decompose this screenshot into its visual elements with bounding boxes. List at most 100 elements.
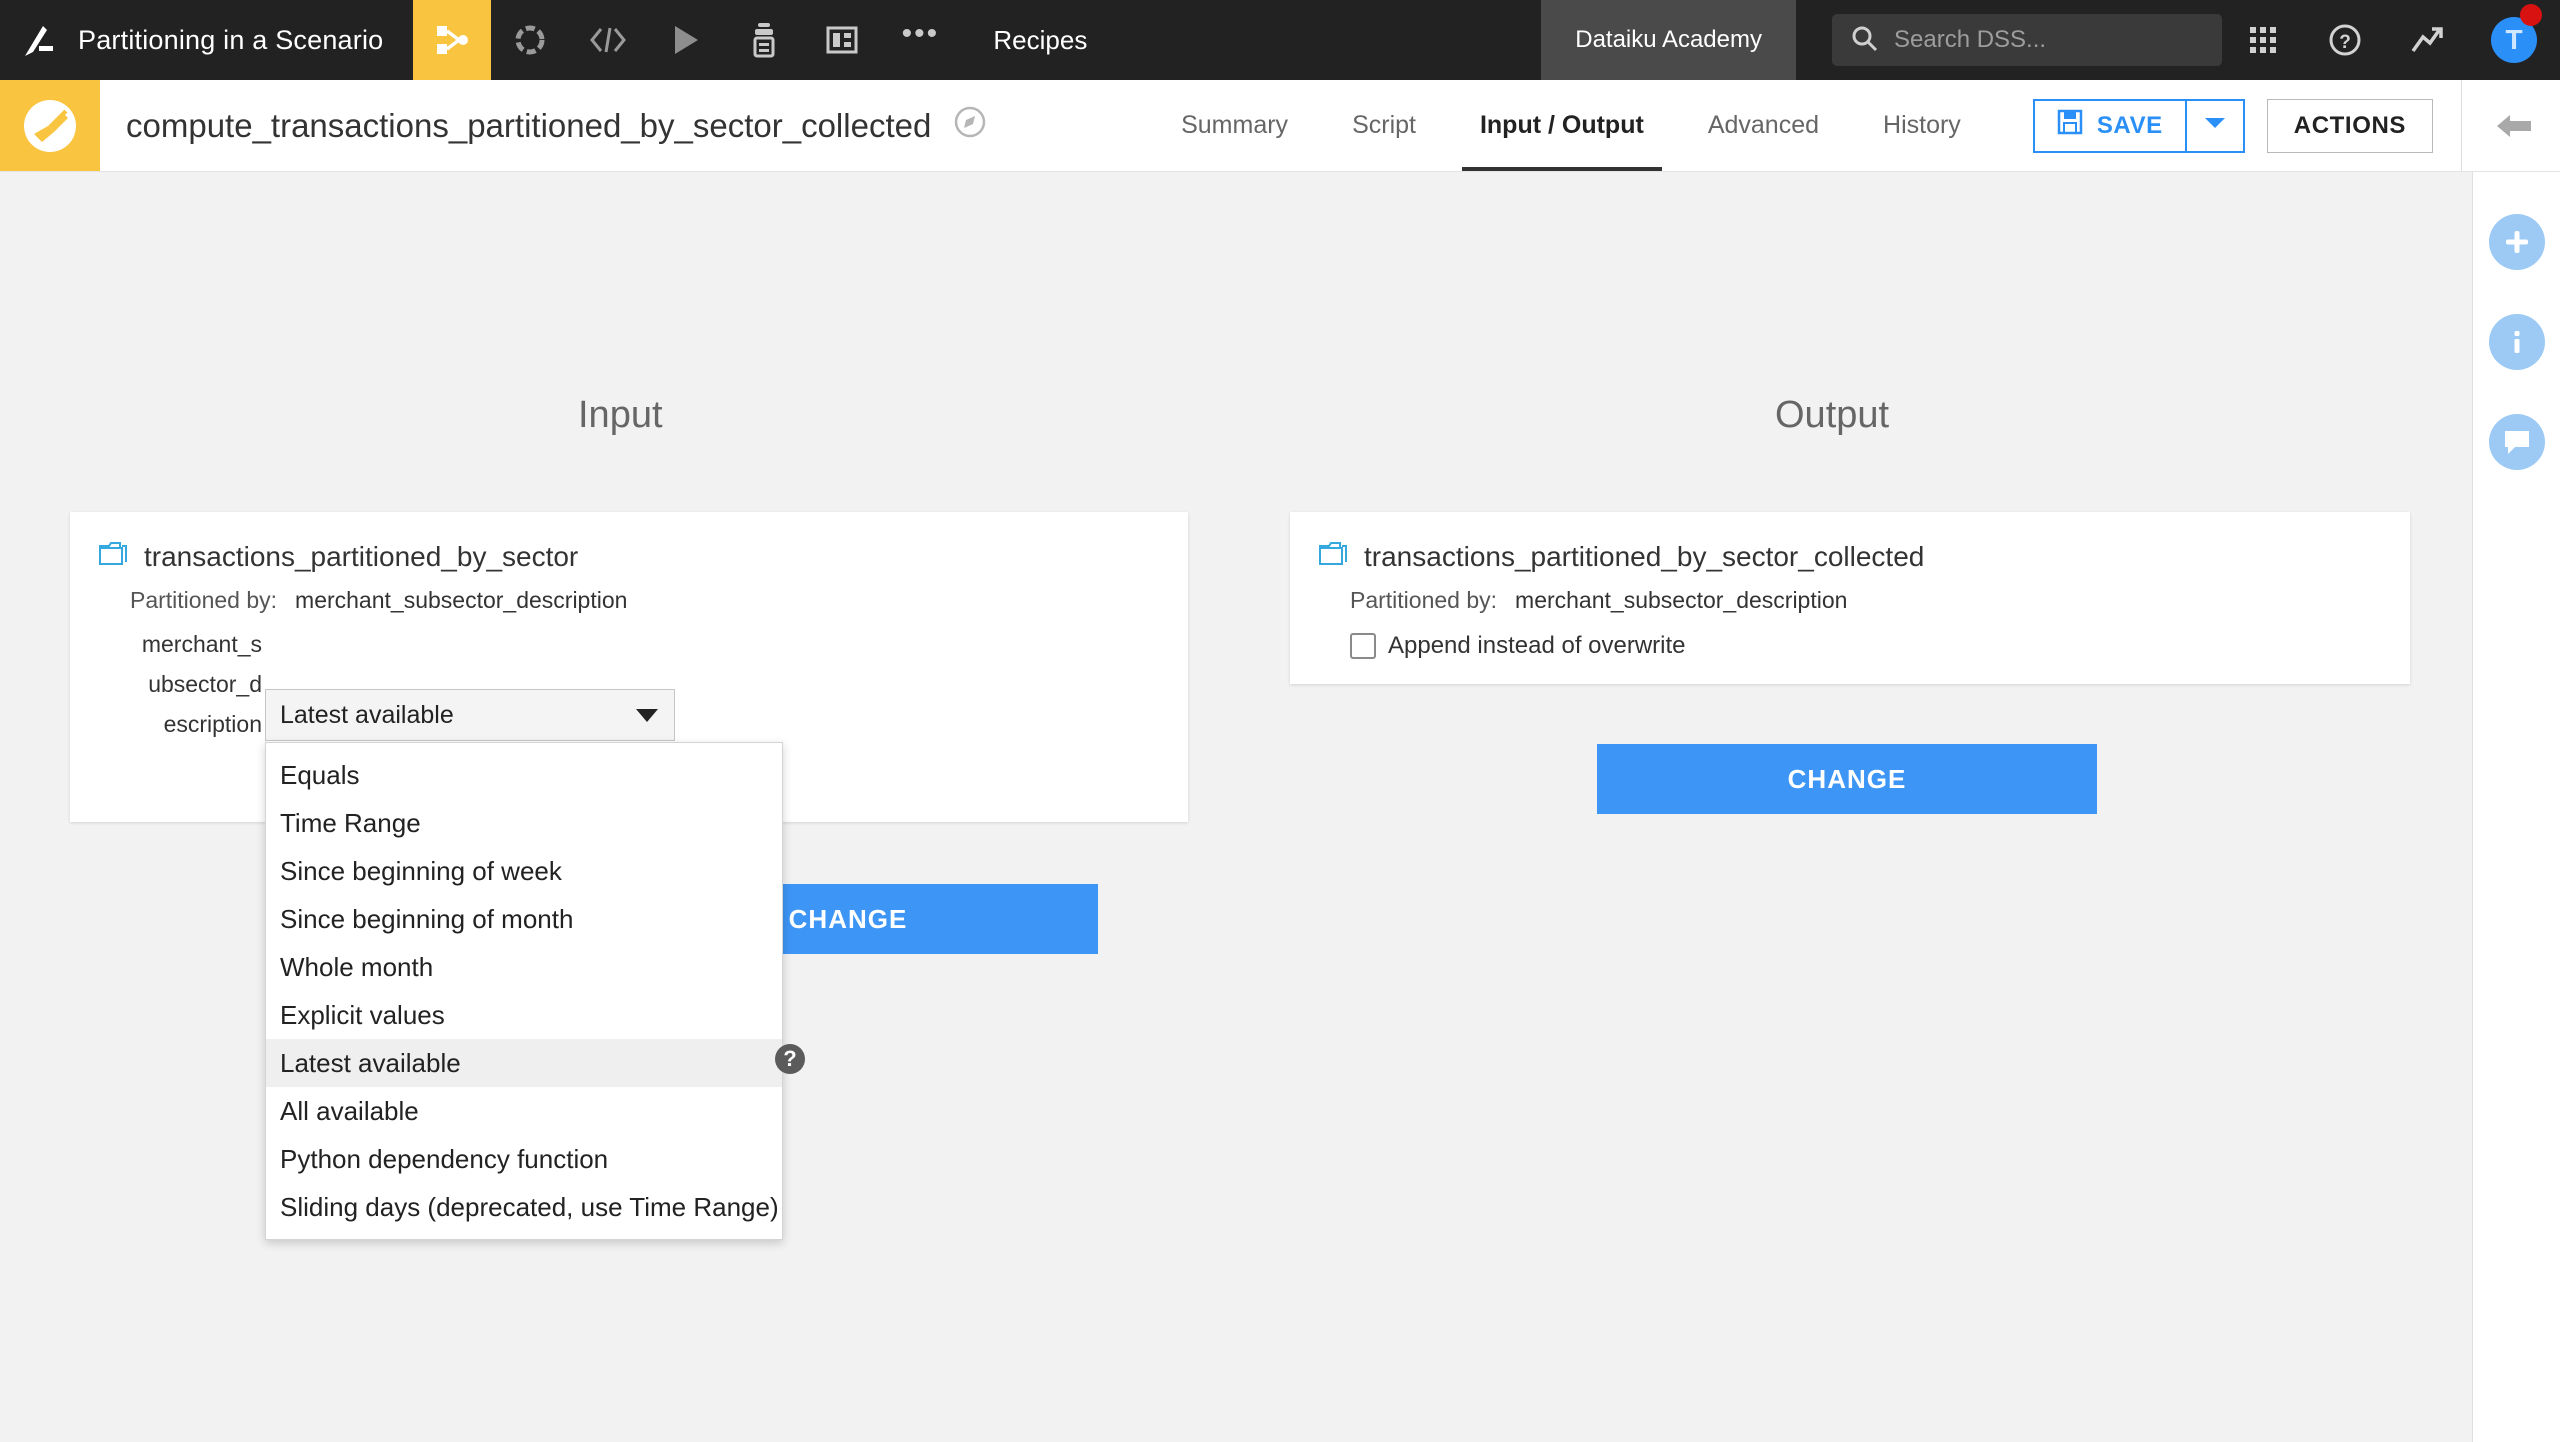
append-label: Append instead of overwrite bbox=[1388, 632, 1686, 659]
tab-history[interactable]: History bbox=[1851, 80, 1993, 171]
dropdown-option-whole-month[interactable]: Whole month bbox=[266, 943, 782, 991]
dropdown-option-python-dependency-function[interactable]: Python dependency function bbox=[266, 1135, 782, 1183]
dataiku-bird-logo[interactable] bbox=[0, 0, 78, 80]
input-dataset-name-row[interactable]: transactions_partitioned_by_sector bbox=[70, 512, 1188, 573]
lab-icon[interactable] bbox=[491, 0, 569, 80]
header-actions: SAVE ACTIONS bbox=[1993, 80, 2455, 171]
dropdown-option-since-beginning-of-month[interactable]: Since beginning of month bbox=[266, 895, 782, 943]
chevron-down-icon bbox=[636, 708, 658, 722]
output-partitioned-by-row: Partitioned by: merchant_subsector_descr… bbox=[1290, 573, 2410, 614]
help-circle-icon[interactable]: ? bbox=[2304, 0, 2386, 80]
save-button[interactable]: SAVE bbox=[2032, 98, 2187, 153]
dropdown-option-since-beginning-of-week[interactable]: Since beginning of week bbox=[266, 847, 782, 895]
input-dimension-label: merchant_subsector_description bbox=[141, 631, 262, 737]
input-partitioned-by-row: Partitioned by: merchant_subsector_descr… bbox=[70, 573, 1188, 614]
dependency-type-dropdown: Equals Time Range Since beginning of wee… bbox=[265, 742, 783, 1240]
dropdown-option-all-available[interactable]: All available bbox=[266, 1087, 782, 1135]
dropdown-option-label: Latest available bbox=[280, 1047, 461, 1078]
output-change-button[interactable]: CHANGE bbox=[1597, 744, 2097, 814]
section-label: Recipes bbox=[993, 24, 1088, 55]
tab-advanced[interactable]: Advanced bbox=[1676, 80, 1851, 171]
academy-label: Dataiku Academy bbox=[1575, 26, 1762, 53]
svg-text:?: ? bbox=[2339, 32, 2351, 53]
help-glyph: ? bbox=[783, 1046, 797, 1071]
tab-advanced-label: Advanced bbox=[1707, 111, 1820, 139]
dropdown-option-label: All available bbox=[280, 1095, 419, 1126]
dependency-type-select[interactable]: Latest available bbox=[265, 689, 675, 741]
right-sidebar bbox=[2472, 172, 2560, 1442]
append-checkbox[interactable] bbox=[1350, 633, 1376, 659]
code-icon[interactable] bbox=[569, 0, 647, 80]
section-recipes[interactable]: Recipes bbox=[959, 0, 1121, 80]
dropdown-option-label: Equals bbox=[280, 759, 360, 790]
add-icon[interactable] bbox=[2488, 214, 2545, 270]
dropdown-option-label: Python dependency function bbox=[280, 1143, 609, 1174]
more-menu-label: ••• bbox=[901, 17, 940, 50]
dropdown-option-time-range[interactable]: Time Range bbox=[266, 799, 782, 847]
output-change-label: CHANGE bbox=[1787, 763, 1907, 794]
tab-summary-label: Summary bbox=[1181, 111, 1289, 139]
append-instead-of-overwrite-row[interactable]: Append instead of overwrite bbox=[1290, 614, 2410, 660]
tab-input-output-label: Input / Output bbox=[1479, 111, 1644, 139]
project-name[interactable]: Partitioning in a Scenario bbox=[78, 0, 413, 80]
input-dataset-name: transactions_partitioned_by_sector bbox=[144, 540, 579, 572]
recipe-tabs: Summary Script Input / Output Advanced H… bbox=[1149, 80, 1993, 171]
jobs-run-icon[interactable] bbox=[647, 0, 725, 80]
academy-button[interactable]: Dataiku Academy bbox=[1541, 0, 1796, 80]
managed-folder-icon bbox=[98, 540, 128, 573]
page-title: compute_transactions_partitioned_by_sect… bbox=[100, 80, 987, 171]
save-button-label: SAVE bbox=[2096, 111, 2163, 139]
search-icon bbox=[1850, 24, 1878, 57]
chat-icon[interactable] bbox=[2488, 414, 2545, 470]
dropdown-option-label: Sliding days (deprecated, use Time Range… bbox=[280, 1191, 779, 1222]
search-input[interactable]: Search DSS... bbox=[1832, 14, 2222, 66]
apps-grid-icon[interactable] bbox=[2222, 0, 2304, 80]
dropdown-option-explicit-values[interactable]: Explicit values bbox=[266, 991, 782, 1039]
output-dataset-name-row[interactable]: transactions_partitioned_by_sector_colle… bbox=[1290, 512, 2410, 573]
dropdown-option-label: Since beginning of month bbox=[280, 903, 574, 934]
input-column-title: Input bbox=[578, 394, 663, 436]
tab-history-label: History bbox=[1883, 111, 1961, 139]
broom-prepare-recipe-icon[interactable] bbox=[0, 80, 100, 171]
actions-button-label: ACTIONS bbox=[2293, 111, 2406, 139]
input-change-label: CHANGE bbox=[788, 903, 908, 934]
dropdown-option-latest-available[interactable]: Latest available bbox=[266, 1039, 782, 1087]
compass-icon[interactable] bbox=[953, 105, 987, 147]
dropdown-option-label: Explicit values bbox=[280, 999, 445, 1030]
dropdown-option-equals[interactable]: Equals bbox=[266, 751, 782, 799]
floppy-disk-icon bbox=[2057, 109, 2083, 142]
tab-script[interactable]: Script bbox=[1320, 80, 1448, 171]
avatar[interactable]: T bbox=[2468, 0, 2560, 80]
dependency-type-value: Latest available bbox=[280, 700, 454, 729]
input-partitioned-by-value: merchant_subsector_description bbox=[295, 587, 628, 613]
dropdown-option-label: Whole month bbox=[280, 951, 434, 982]
dropdown-option-label: Since beginning of week bbox=[280, 855, 562, 886]
info-icon[interactable] bbox=[2488, 314, 2545, 370]
output-partitioned-by-label: Partitioned by: bbox=[1350, 587, 1498, 613]
save-dropdown-button[interactable] bbox=[2186, 98, 2245, 153]
output-dataset-name: transactions_partitioned_by_sector_colle… bbox=[1364, 540, 1925, 572]
top-navigation-bar: Partitioning in a Scenario ••• Recipes D… bbox=[0, 0, 2560, 80]
dashboard-icon[interactable] bbox=[803, 0, 881, 80]
flow-icon[interactable] bbox=[413, 0, 492, 80]
output-partitioned-by-value: merchant_subsector_description bbox=[1515, 587, 1848, 613]
tab-script-label: Script bbox=[1352, 111, 1416, 139]
input-output-canvas: Input Output transactions_partitioned_by… bbox=[0, 172, 2472, 1442]
tab-summary[interactable]: Summary bbox=[1149, 80, 1320, 171]
trending-up-icon[interactable] bbox=[2386, 0, 2468, 80]
tab-input-output[interactable]: Input / Output bbox=[1448, 80, 1676, 171]
notification-badge[interactable] bbox=[2520, 4, 2542, 26]
more-menu-icon[interactable]: ••• bbox=[881, 0, 959, 80]
dropdown-option-sliding-days[interactable]: Sliding days (deprecated, use Time Range… bbox=[266, 1183, 782, 1231]
header-spacer bbox=[987, 80, 1149, 171]
project-name-label: Partitioning in a Scenario bbox=[78, 24, 384, 55]
output-dataset-card: transactions_partitioned_by_sector_colle… bbox=[1290, 512, 2410, 684]
actions-button[interactable]: ACTIONS bbox=[2266, 98, 2433, 153]
header-divider bbox=[2461, 80, 2462, 171]
input-partitioned-by-label: Partitioned by: bbox=[130, 587, 278, 613]
automation-icon[interactable] bbox=[725, 0, 803, 80]
managed-folder-icon bbox=[1318, 540, 1348, 573]
help-icon[interactable]: ? bbox=[775, 1044, 805, 1074]
arrow-left-icon[interactable] bbox=[2468, 80, 2560, 171]
